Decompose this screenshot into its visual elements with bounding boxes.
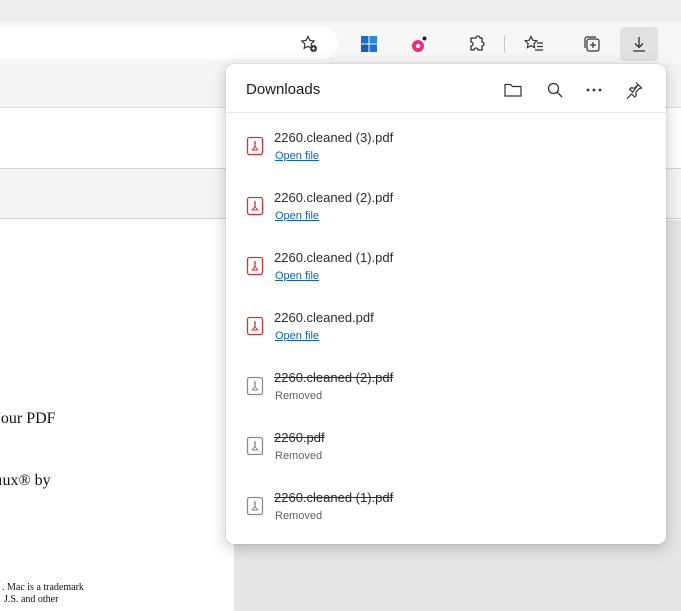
pdf-text-line: ıux® by [0, 472, 51, 489]
pdf-file-icon [246, 196, 264, 216]
downloads-panel: Downloads 2260.cleaned (3).pdf Open file [226, 64, 666, 544]
download-item[interactable]: 2260.cleaned (3).pdf Open file [226, 126, 666, 186]
open-file-link[interactable]: Open file [275, 150, 319, 162]
search-icon[interactable] [541, 76, 569, 104]
folder-icon[interactable] [499, 76, 527, 104]
download-item-filename: 2260.cleaned.pdf [274, 310, 374, 325]
download-item-removed[interactable]: 2260.cleaned (2).pdf Removed [226, 366, 666, 426]
download-item-removed[interactable]: 2260.cleaned (1).pdf Removed [226, 486, 666, 546]
download-item[interactable]: 2260.cleaned (2).pdf Open file [226, 186, 666, 246]
pdf-text-line: 'our PDF [0, 410, 56, 427]
more-icon[interactable] [580, 76, 608, 104]
address-bar[interactable] [0, 27, 338, 59]
panel-divider [226, 112, 666, 113]
downloads-icon[interactable] [625, 30, 653, 58]
download-item-filename: 2260.cleaned (1).pdf [274, 250, 394, 265]
open-file-link[interactable]: Open file [275, 270, 319, 282]
pdf-file-icon [246, 316, 264, 336]
download-item-status: Removed [275, 450, 323, 462]
downloads-panel-title: Downloads [246, 81, 321, 98]
download-item-filename: 2260.cleaned (3).pdf [274, 130, 394, 145]
download-item-status: Removed [275, 390, 323, 402]
pdf-text-line: . Mac is a trademark [2, 582, 84, 593]
extensions-icon[interactable] [463, 30, 491, 58]
download-item[interactable]: 2260.cleaned.pdf Open file [226, 306, 666, 366]
pdf-page: 'our PDF ıux® by . Mac is a trademark J.… [0, 220, 234, 611]
download-item-filename: 2260.cleaned (2).pdf [274, 370, 394, 385]
pdf-file-icon [246, 136, 264, 156]
favorites-icon[interactable] [520, 30, 548, 58]
pdf-file-icon [246, 256, 264, 276]
removed-file-icon [246, 496, 264, 516]
download-item-filename: 2260.cleaned (1).pdf [274, 490, 394, 505]
toolbar-divider [504, 35, 505, 53]
pin-icon[interactable] [620, 76, 648, 104]
extension-color-icon[interactable] [405, 30, 433, 58]
window-titlebar [0, 0, 681, 22]
pdf-text-line: J.S. and other [4, 594, 59, 605]
download-item-removed[interactable]: 2260.pdf Removed [226, 426, 666, 486]
download-item-filename: 2260.pdf [274, 430, 325, 445]
removed-file-icon [246, 436, 264, 456]
download-item[interactable]: 2260.cleaned (1).pdf Open file [226, 246, 666, 306]
download-item-filename: 2260.cleaned (2).pdf [274, 190, 394, 205]
download-item-status: Removed [275, 510, 323, 522]
open-file-link[interactable]: Open file [275, 210, 319, 222]
collections-icon[interactable] [578, 30, 606, 58]
app-tile-icon[interactable] [355, 30, 383, 58]
open-file-link[interactable]: Open file [275, 330, 319, 342]
favorite-add-icon[interactable] [295, 30, 323, 58]
removed-file-icon [246, 376, 264, 396]
